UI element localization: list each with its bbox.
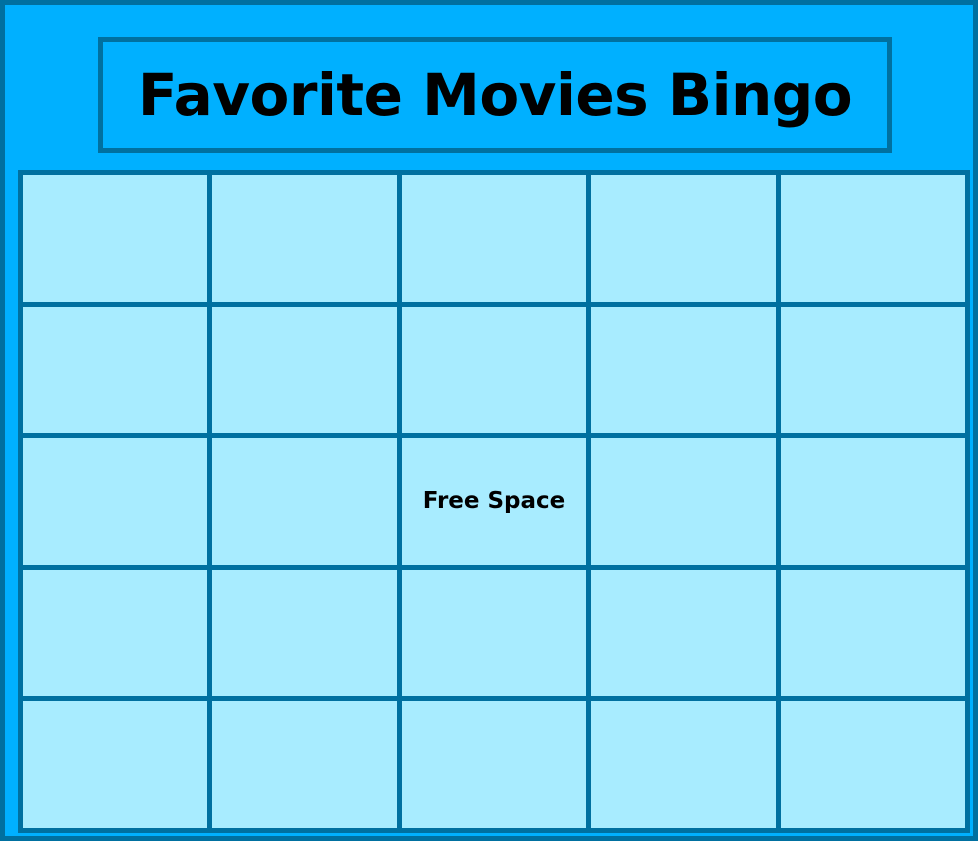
bingo-cell-r5-c1[interactable]: [23, 701, 208, 828]
bingo-cell-r2-c4[interactable]: [591, 306, 776, 434]
title-box: Favorite Movies Bingo: [98, 37, 892, 153]
bingo-cell-r3-c1[interactable]: [23, 438, 208, 565]
bingo-cell-r4-c4[interactable]: [591, 569, 776, 697]
bingo-cell-r1-c1[interactable]: [23, 175, 208, 302]
free-space-cell[interactable]: Free Space: [401, 438, 587, 565]
bingo-cell-r4-c3[interactable]: [401, 569, 587, 697]
bingo-grid: Free Space: [18, 170, 970, 833]
bingo-cell-r2-c5[interactable]: [780, 306, 965, 434]
bingo-cell-r3-c4[interactable]: [591, 438, 776, 565]
bingo-cell-r1-c5[interactable]: [780, 175, 965, 302]
page-title: Favorite Movies Bingo: [137, 61, 853, 129]
bingo-cell-r2-c3[interactable]: [401, 306, 587, 434]
bingo-cell-r4-c2[interactable]: [212, 569, 397, 697]
bingo-cell-r5-c5[interactable]: [780, 701, 965, 828]
bingo-cell-r2-c2[interactable]: [212, 306, 397, 434]
bingo-cell-r1-c2[interactable]: [212, 175, 397, 302]
bingo-cell-r4-c5[interactable]: [780, 569, 965, 697]
bingo-cell-r4-c1[interactable]: [23, 569, 208, 697]
bingo-cell-r5-c3[interactable]: [401, 701, 587, 828]
bingo-cell-r5-c2[interactable]: [212, 701, 397, 828]
bingo-cell-r5-c4[interactable]: [591, 701, 776, 828]
bingo-cell-r1-c4[interactable]: [591, 175, 776, 302]
bingo-cell-r2-c1[interactable]: [23, 306, 208, 434]
bingo-cell-r3-c2[interactable]: [212, 438, 397, 565]
bingo-card: Favorite Movies Bingo Free Space: [0, 0, 978, 841]
bingo-cell-r1-c3[interactable]: [401, 175, 587, 302]
bingo-cell-r3-c5[interactable]: [780, 438, 965, 565]
